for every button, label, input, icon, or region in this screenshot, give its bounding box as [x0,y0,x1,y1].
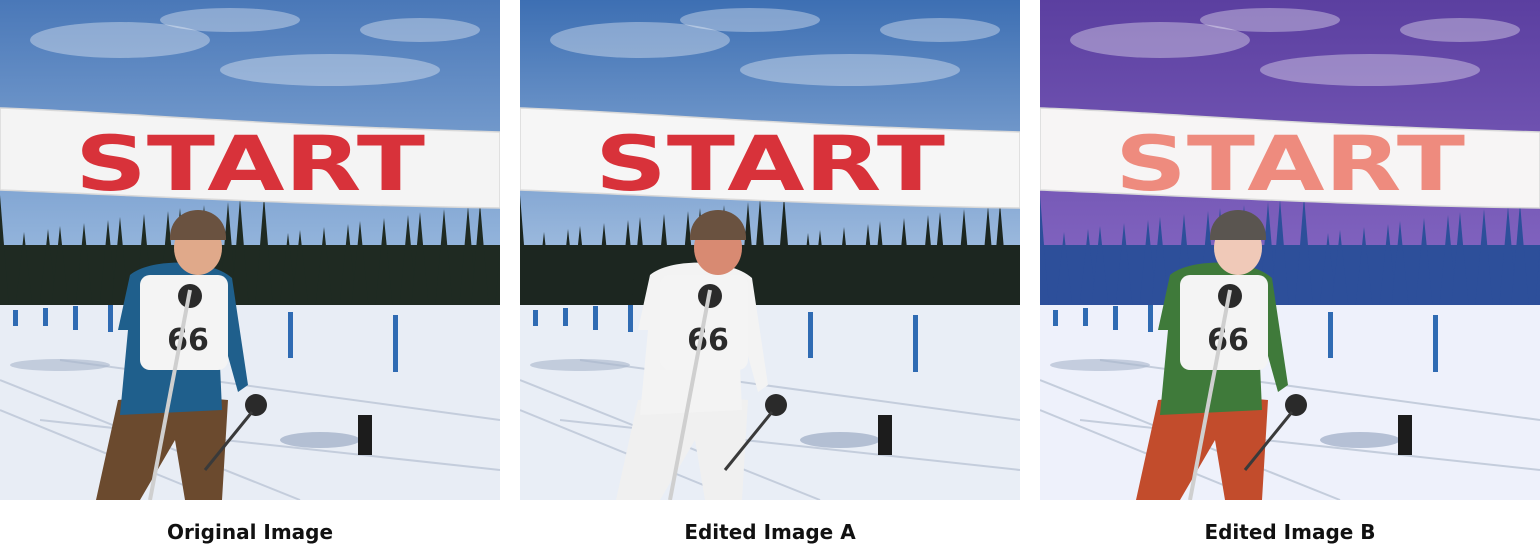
marker-post [913,315,918,372]
marker-post [808,312,813,358]
marker-post [533,310,538,326]
cloud [740,54,960,86]
marker-post [1113,306,1118,330]
banner-text: START [1115,119,1465,208]
banner-text: START [75,119,425,208]
shadow [1320,432,1400,448]
caption-edited-image-a: Edited Image A [684,520,856,544]
timing-box [358,415,372,455]
shadow [280,432,360,448]
marker-post [628,305,633,332]
marker-post [1053,310,1058,326]
cloud [160,8,300,32]
cloud [1260,54,1480,86]
marker-post [1328,312,1333,358]
marker-post [563,308,568,326]
caption-original-image: Original Image [166,520,334,544]
original-image: START 66 [0,0,500,500]
cloud [1200,8,1340,32]
marker-post [108,305,113,332]
edited-image-a: START 66 [520,0,1020,500]
cloud [880,18,1000,42]
cloud [360,18,480,42]
timing-box [1398,415,1412,455]
cloud [1400,18,1520,42]
shadow [1050,359,1150,371]
marker-post [288,312,293,358]
marker-post [393,315,398,372]
shadow [800,432,880,448]
glove [245,394,267,416]
shadow [530,359,630,371]
scene-svg: START 66 [520,0,1020,500]
marker-post [1083,308,1088,326]
marker-post [43,308,48,326]
marker-post [1148,305,1153,332]
timing-box [878,415,892,455]
glove [1285,394,1307,416]
marker-post [13,310,18,326]
caption-edited-image-b: Edited Image B [1204,520,1376,544]
bib-number: 66 [1207,323,1249,358]
bib-number: 66 [687,323,729,358]
marker-post [593,306,598,330]
marker-post [73,306,78,330]
edited-image-b: START 66 [1040,0,1540,500]
cloud [680,8,820,32]
scene-svg: START 66 [0,0,500,500]
shadow [10,359,110,371]
banner-text: START [595,119,945,208]
scene-svg: START 66 [1040,0,1540,500]
marker-post [1433,315,1438,372]
bib-number: 66 [167,323,209,358]
cloud [220,54,440,86]
glove [765,394,787,416]
